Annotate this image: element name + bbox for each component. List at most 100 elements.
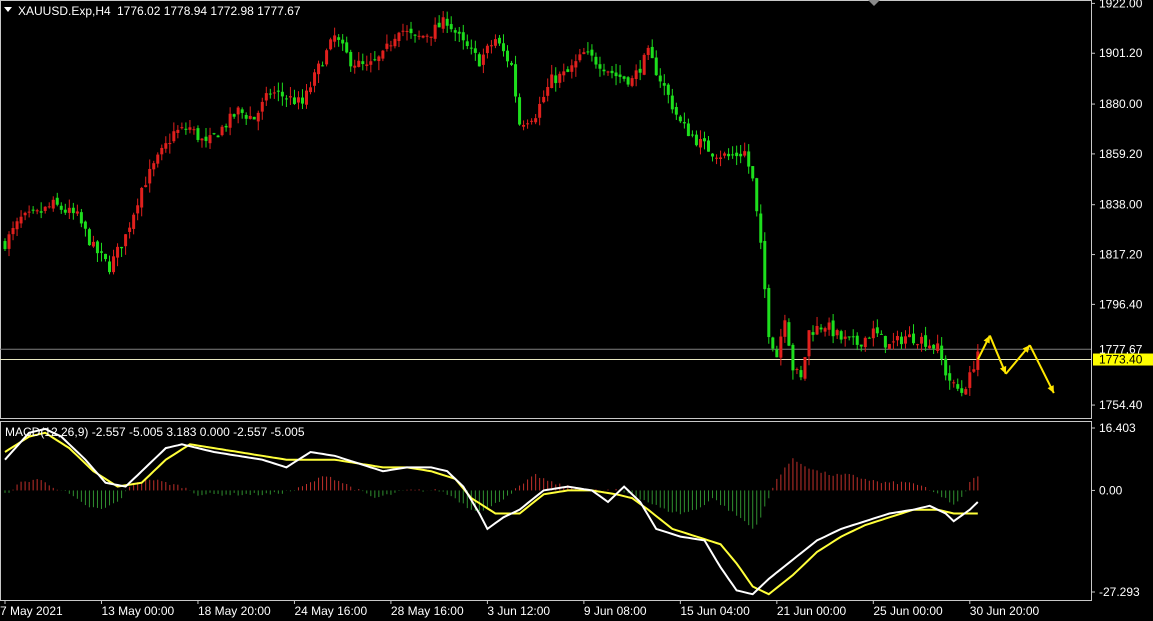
- candle-body: [236, 107, 240, 115]
- candle-body: [87, 229, 91, 246]
- candle-body: [497, 37, 501, 44]
- candle-body: [445, 18, 449, 26]
- candle-body: [256, 112, 260, 122]
- candle-body: [522, 124, 526, 127]
- candle-body: [839, 331, 843, 340]
- symbol-label: XAUUSD.Exp,H4: [18, 4, 111, 18]
- candle-body: [216, 135, 220, 138]
- candle-body: [284, 98, 288, 100]
- candle-body: [156, 154, 160, 164]
- candle-body: [586, 51, 590, 53]
- candle-body: [333, 35, 337, 42]
- candle-body: [124, 234, 128, 247]
- time-axis-label: 13 May 00:00: [101, 604, 174, 618]
- candle-body: [421, 35, 425, 38]
- candle-body: [7, 234, 11, 249]
- candle-body: [248, 115, 252, 119]
- price-axis-label: 1817.20: [1099, 248, 1143, 262]
- candle-body: [473, 48, 477, 53]
- candle-body: [767, 287, 771, 338]
- candle-body: [755, 178, 759, 212]
- candle-body: [365, 64, 369, 66]
- price-axis-label: 1796.40: [1099, 297, 1143, 311]
- candle-body: [244, 114, 248, 119]
- candle-body: [296, 97, 300, 103]
- candle-body: [899, 336, 903, 345]
- candle-body: [698, 139, 702, 148]
- candle-body: [39, 211, 43, 213]
- candle-body: [928, 345, 932, 349]
- candle-body: [196, 128, 200, 140]
- candle-body: [441, 17, 445, 29]
- candle-body: [727, 153, 731, 157]
- candle-body: [887, 343, 891, 349]
- candle-body: [172, 131, 176, 142]
- candle-body: [19, 216, 23, 224]
- candle-body: [530, 120, 534, 122]
- time-axis-label: 21 Jun 00:00: [777, 604, 847, 618]
- candle-body: [321, 65, 325, 67]
- candle-body: [397, 32, 401, 42]
- candle-body: [288, 96, 292, 98]
- candle-body: [449, 24, 453, 30]
- candle-body: [417, 35, 421, 37]
- candle-body: [666, 84, 670, 95]
- candle-body: [827, 322, 831, 330]
- candle-body: [506, 50, 509, 62]
- candle-body: [43, 206, 47, 211]
- macd-header: MACD(12,26,9) -2.557 -5.005 3.183 0.000 …: [5, 425, 305, 439]
- candle-body: [646, 47, 650, 55]
- candle-body: [678, 116, 682, 122]
- candle-body: [200, 138, 204, 141]
- macd-axis-label: 16.403: [1099, 421, 1136, 435]
- candle-body: [329, 39, 333, 50]
- candle-body: [514, 64, 518, 97]
- candle-body: [747, 151, 751, 167]
- candle-body: [260, 101, 264, 112]
- candle-body: [268, 93, 272, 95]
- price-axis-label: 1859.20: [1099, 147, 1143, 161]
- candle-body: [485, 45, 489, 54]
- candle-body: [104, 253, 107, 260]
- candle-body: [309, 87, 313, 93]
- macd-axis-label: -27.293: [1099, 585, 1140, 599]
- time-axis-label: 18 May 20:00: [198, 604, 271, 618]
- candle-body: [650, 46, 654, 59]
- candle-body: [719, 157, 723, 159]
- bid-price-label: 1773.40: [1099, 353, 1143, 367]
- price-axis-label: 1922.00: [1099, 0, 1143, 10]
- candle-body: [795, 369, 799, 371]
- candle-body: [208, 135, 212, 144]
- candle-body: [11, 228, 15, 235]
- price-axis-label: 1901.20: [1099, 46, 1143, 60]
- candle-body: [960, 388, 964, 393]
- candle-body: [891, 341, 895, 343]
- candle-body: [690, 134, 694, 136]
- candle-body: [626, 77, 630, 85]
- candle-body: [851, 336, 855, 338]
- time-axis-label: 9 Jun 08:00: [584, 604, 647, 618]
- candle-body: [300, 97, 304, 104]
- candle-body: [232, 114, 236, 117]
- candle-body: [606, 71, 610, 73]
- candle-body: [614, 72, 618, 77]
- candle-body: [357, 60, 361, 67]
- trading-chart[interactable]: 1922.00 1901.20 1880.00 1859.20 1838.00 1817.…: [0, 0, 1153, 621]
- candle-body: [91, 241, 95, 247]
- candle-body: [51, 199, 55, 209]
- candle-body: [803, 357, 807, 379]
- candle-body: [763, 240, 767, 290]
- candle-body: [847, 336, 851, 338]
- candle-body: [63, 209, 67, 213]
- candle-body: [317, 63, 321, 75]
- candle-body: [895, 335, 899, 341]
- candle-body: [405, 30, 409, 32]
- candle-body: [566, 69, 570, 72]
- candle-body: [875, 327, 879, 334]
- candle-body: [731, 154, 735, 156]
- time-axis-label: 3 Jun 12:00: [487, 604, 550, 618]
- candle-body: [180, 127, 184, 129]
- candle-body: [859, 344, 863, 347]
- candle-body: [799, 370, 803, 378]
- candle-body: [964, 389, 968, 395]
